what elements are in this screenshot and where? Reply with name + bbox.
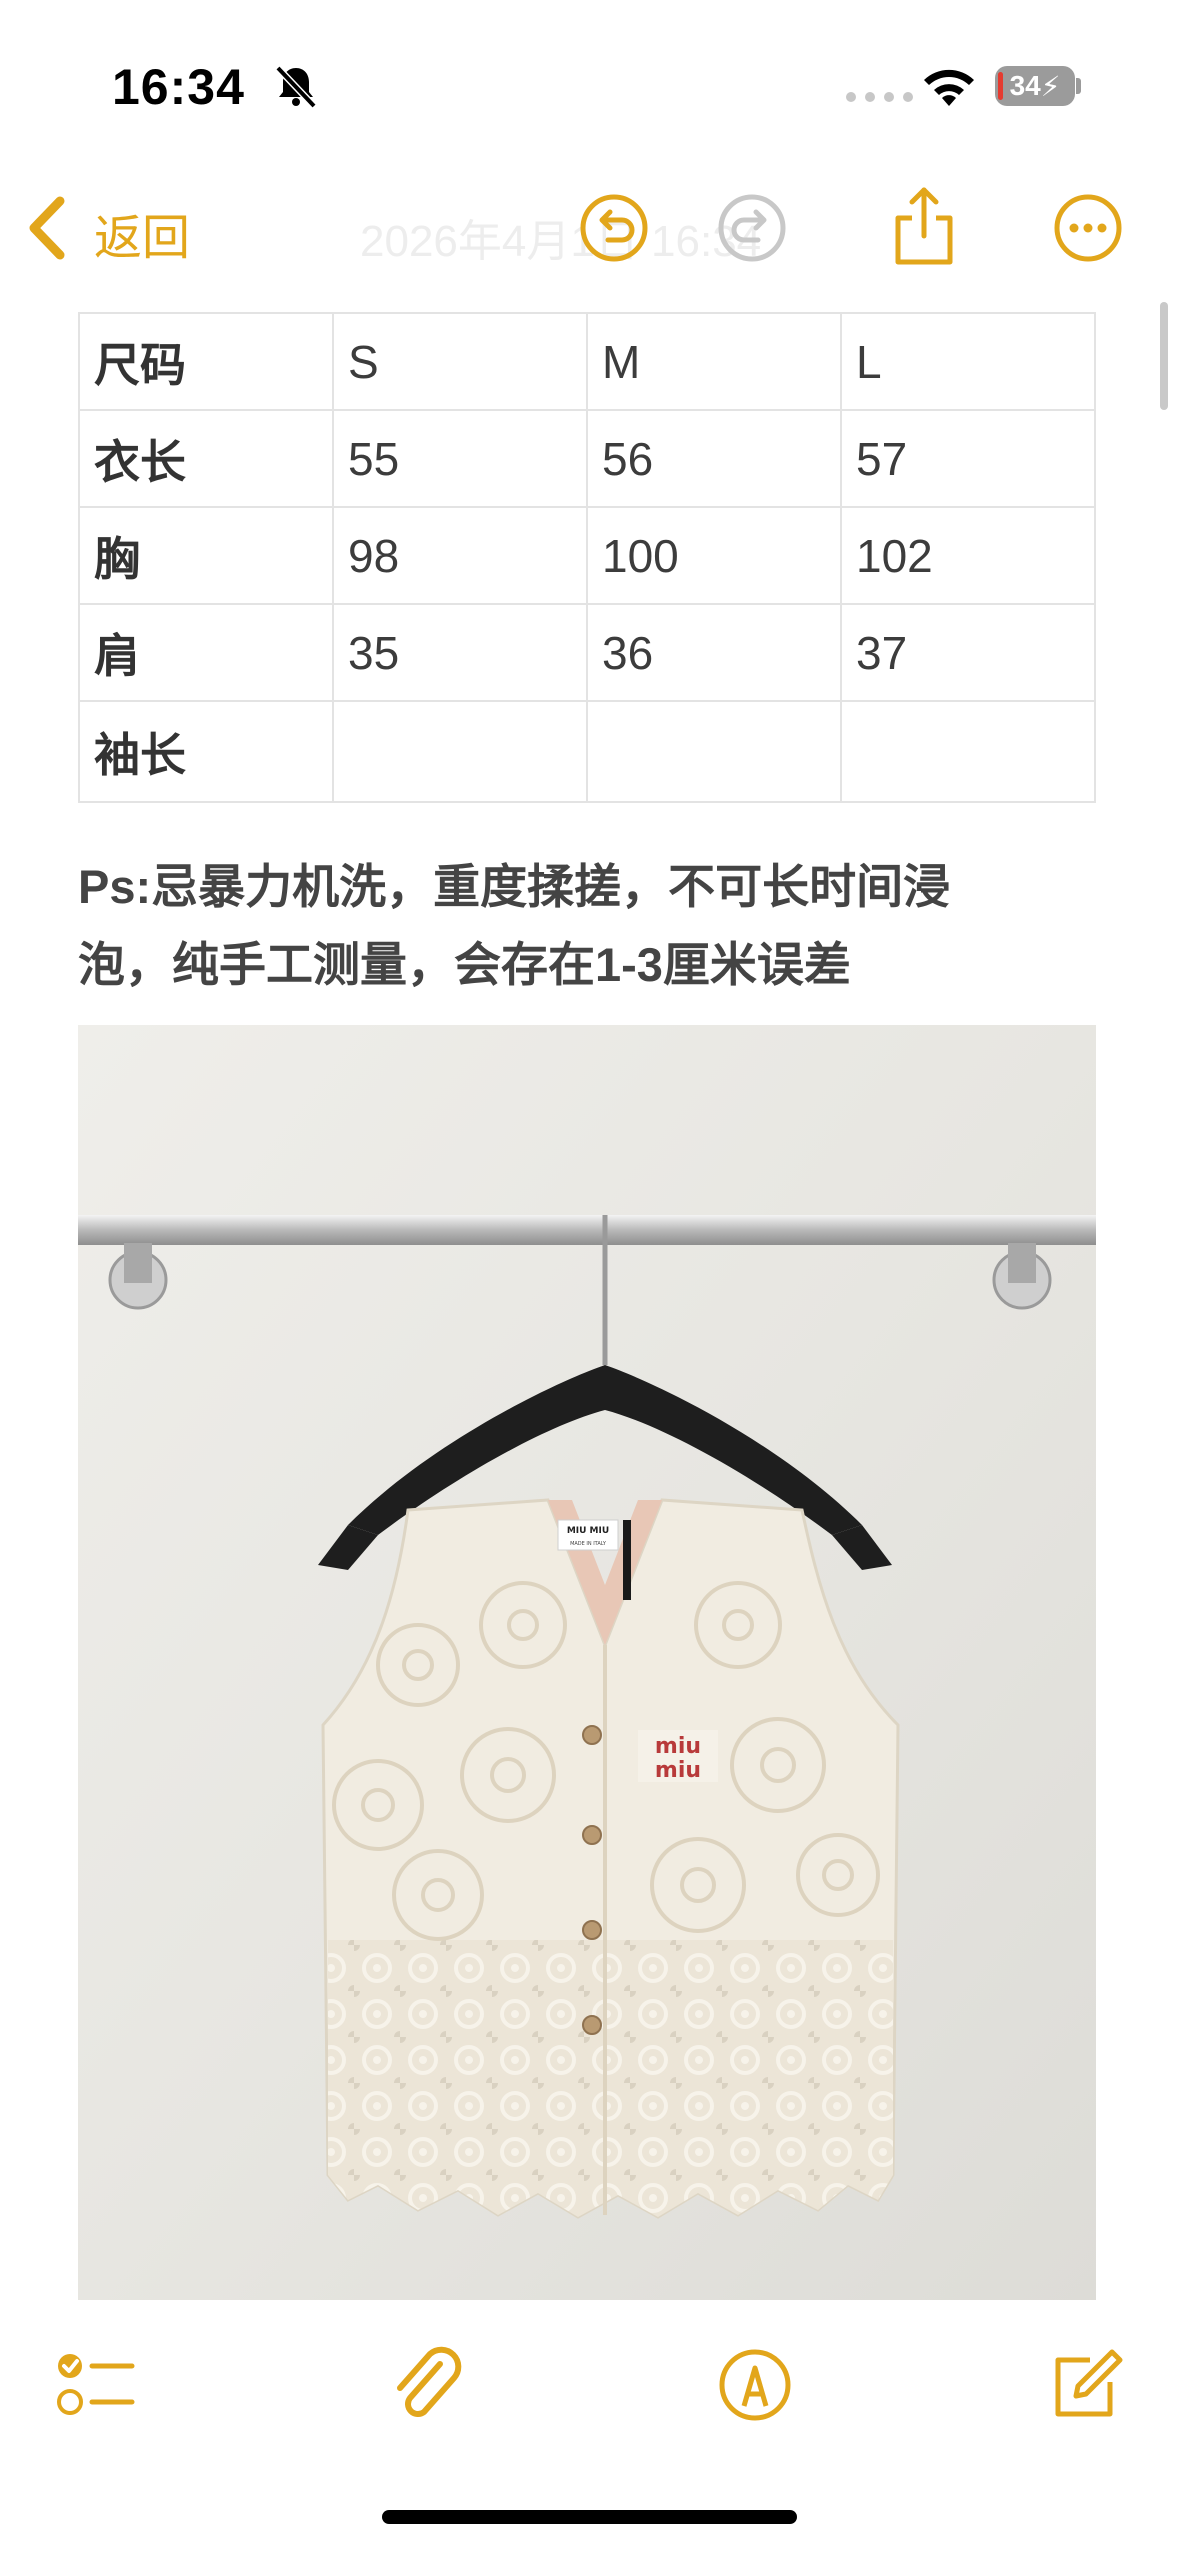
home-indicator[interactable] — [382, 2510, 797, 2524]
vest-image: MIU MIU MADE IN ITALY miu miu — [78, 1025, 1096, 2300]
cellular-signal-icon — [846, 92, 913, 102]
compose-icon[interactable] — [1042, 2342, 1128, 2428]
battery-icon: 34 ⚡ — [995, 66, 1075, 106]
table-cell[interactable] — [840, 700, 1096, 803]
table-cell[interactable]: 35 — [332, 603, 588, 702]
note-text[interactable]: Ps:忌暴力机洗，重度揉搓，不可长时间浸 泡，纯手工测量，会存在1-3厘米误差 — [78, 848, 1108, 1004]
wifi-icon — [924, 69, 974, 106]
neck-label-brand: MIU MIU — [567, 1526, 609, 1536]
table-row: 尺码 S M L — [78, 312, 1096, 411]
note-date-title: 2026年4月1日 16:34 — [360, 217, 762, 266]
undo-icon[interactable] — [576, 190, 652, 266]
table-cell[interactable]: 56 — [586, 409, 842, 508]
size-table: 尺码 S M L 衣长 55 56 57 胸 98 100 102 肩 35 3… — [78, 312, 1096, 803]
table-cell[interactable]: 100 — [586, 506, 842, 605]
table-row: 袖长 — [78, 700, 1096, 803]
note-line: Ps:忌暴力机洗，重度揉搓，不可长时间浸 — [78, 860, 951, 913]
table-row: 衣长 55 56 57 — [78, 409, 1096, 508]
table-cell[interactable]: 尺码 — [78, 312, 334, 411]
logo-line: miu — [655, 1734, 701, 1759]
battery-level: 34 — [1009, 70, 1041, 101]
table-cell[interactable]: S — [332, 312, 588, 411]
bell-slash-icon — [275, 65, 317, 109]
table-cell[interactable]: 55 — [332, 409, 588, 508]
table-cell[interactable]: 胸 — [78, 506, 334, 605]
table-cell[interactable]: L — [840, 312, 1096, 411]
table-cell[interactable]: 衣长 — [78, 409, 334, 508]
table-cell[interactable]: 102 — [840, 506, 1096, 605]
back-button[interactable]: 返回 — [94, 198, 190, 268]
share-icon[interactable] — [886, 184, 962, 270]
table-cell[interactable] — [586, 700, 842, 803]
note-line: 泡，纯手工测量，会存在1-3厘米误差 — [78, 938, 851, 991]
neck-label-origin: MADE IN ITALY — [570, 1541, 607, 1547]
table-cell[interactable]: 57 — [840, 409, 1096, 508]
table-cell[interactable]: 98 — [332, 506, 588, 605]
markup-pen-icon[interactable] — [712, 2342, 798, 2428]
checklist-icon[interactable] — [52, 2342, 138, 2428]
paperclip-icon[interactable] — [384, 2342, 470, 2428]
chevron-left-icon[interactable] — [22, 193, 72, 263]
table-cell[interactable]: M — [586, 312, 842, 411]
table-cell[interactable]: 37 — [840, 603, 1096, 702]
table-row: 胸 98 100 102 — [78, 506, 1096, 605]
status-time: 16:34 — [112, 59, 245, 115]
battery-cap — [1076, 78, 1081, 94]
table-cell[interactable]: 袖长 — [78, 700, 334, 803]
logo-line: miu — [655, 1758, 701, 1783]
product-photo[interactable]: MIU MIU MADE IN ITALY miu miu — [78, 1025, 1096, 2300]
table-row: 肩 35 36 37 — [78, 603, 1096, 702]
more-icon[interactable] — [1050, 190, 1126, 266]
redo-icon[interactable] — [714, 190, 790, 266]
table-cell[interactable]: 36 — [586, 603, 842, 702]
table-cell[interactable]: 肩 — [78, 603, 334, 702]
scroll-indicator[interactable] — [1160, 302, 1168, 410]
table-cell[interactable] — [332, 700, 588, 803]
